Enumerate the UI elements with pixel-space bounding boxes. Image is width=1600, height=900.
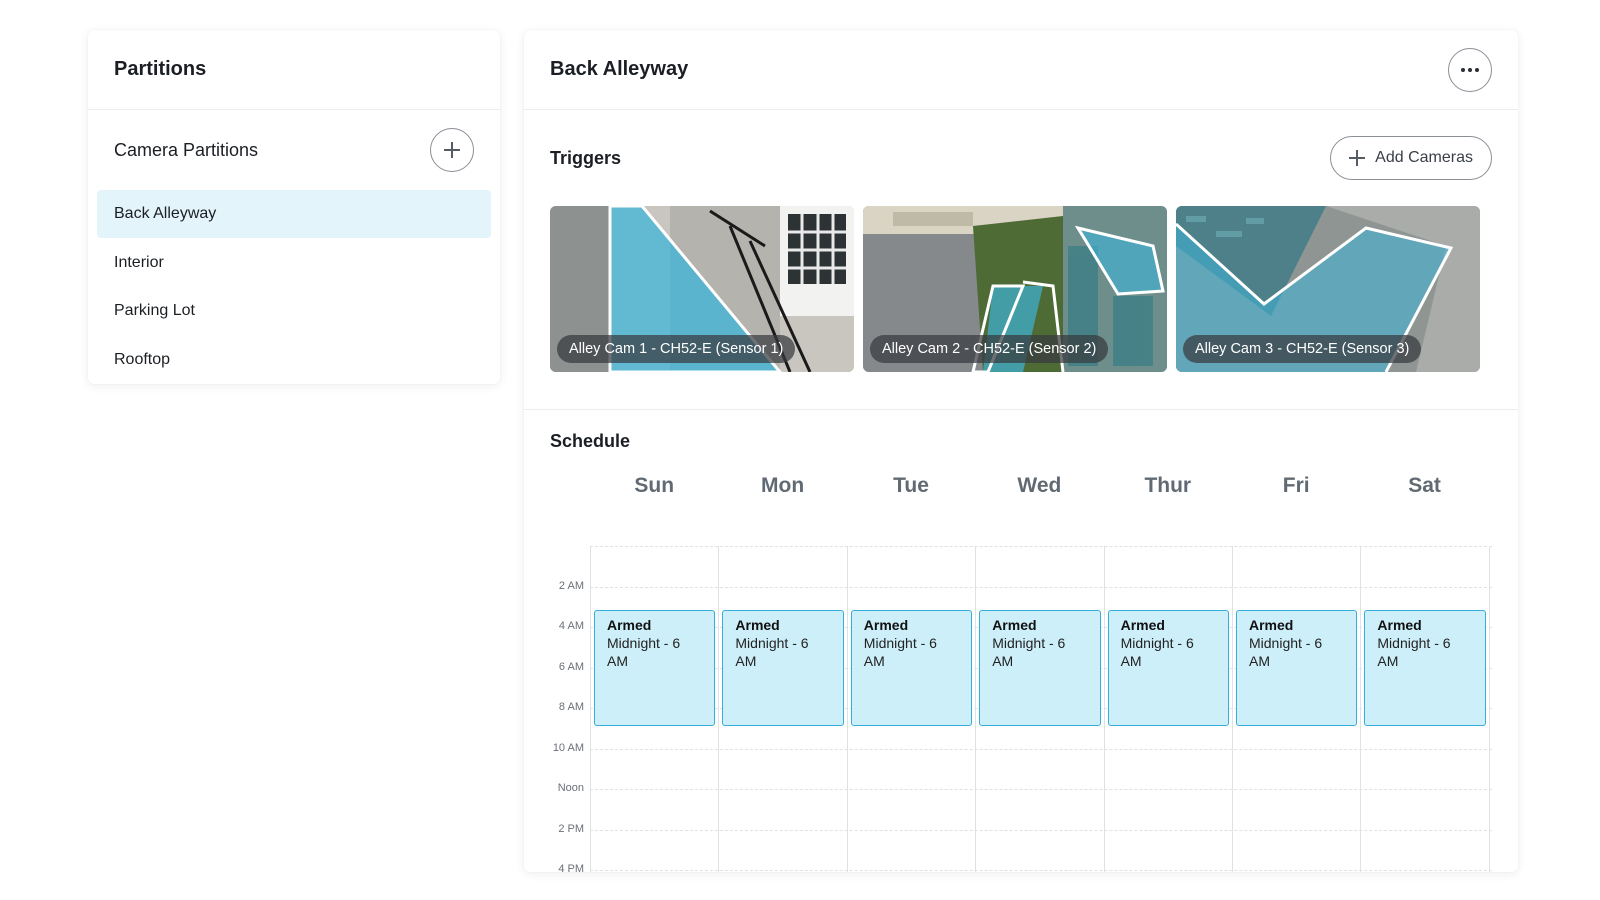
schedule-event[interactable]: Armed Midnight - 6 AM: [594, 610, 716, 726]
schedule-event[interactable]: Armed Midnight - 6 AM: [850, 610, 973, 726]
day-header: Mon: [761, 474, 805, 497]
camera-thumbnail[interactable]: Alley Cam 1 - CH52-E (Sensor 1): [550, 206, 854, 372]
event-status: Armed: [735, 617, 780, 633]
time-label: 4 AM: [558, 620, 584, 632]
event-time: Midnight - 6 AM: [1249, 635, 1323, 669]
triggers-title: Triggers: [550, 147, 622, 168]
schedule-event[interactable]: Armed Midnight - 6 AM: [979, 610, 1101, 726]
grid-line: [590, 546, 1492, 547]
add-cameras-button[interactable]: Add Cameras: [1330, 136, 1492, 180]
grid-column-line: [1103, 546, 1105, 872]
event-time: Midnight - 6 AM: [863, 635, 937, 669]
partition-item-back-alleyway[interactable]: Back Alleyway: [97, 190, 491, 238]
event-time: Midnight - 6 AM: [1120, 635, 1194, 669]
camera-partitions-title: Camera Partitions: [114, 139, 259, 160]
camera-partitions-section: Camera Partitions: [88, 110, 500, 190]
partitions-panel: Partitions Camera Partitions Back Alleyw…: [88, 30, 500, 384]
partition-item-interior[interactable]: Interior: [97, 239, 491, 287]
grid-column-line: [975, 546, 977, 872]
grid-column-line: [1360, 546, 1362, 872]
triggers-section: Triggers Add Cameras Alley Cam 1 - CH52-…: [524, 110, 1518, 410]
event-status: Armed: [992, 617, 1037, 633]
day-header: Wed: [1017, 474, 1062, 497]
partition-list: Back Alleyway Interior Parking Lot Rooft…: [88, 190, 500, 384]
event-time: Midnight - 6 AM: [992, 635, 1066, 669]
grid-line: [590, 748, 1492, 750]
time-label: 10 AM: [552, 741, 584, 754]
day-header: Sat: [1408, 474, 1441, 497]
add-cameras-label: Add Cameras: [1375, 149, 1473, 166]
grid-line: [590, 789, 1492, 790]
day-header: Fri: [1282, 474, 1310, 497]
day-header: Thur: [1144, 474, 1192, 497]
plus-icon: [1349, 150, 1366, 166]
partitions-header: Partitions: [88, 30, 500, 110]
day-header: Tue: [893, 474, 929, 497]
event-status: Armed: [1120, 617, 1165, 633]
partition-item-parking-lot[interactable]: Parking Lot: [97, 287, 491, 335]
camera-label: Alley Cam 3 - CH52-E (Sensor 3): [1183, 335, 1422, 363]
event-time: Midnight - 6 AM: [607, 635, 681, 669]
event-time: Midnight - 6 AM: [1377, 635, 1451, 669]
grid-column-line: [718, 546, 720, 872]
camera-thumbnail[interactable]: Alley Cam 2 - CH52-E (Sensor 2): [863, 206, 1167, 372]
partition-detail-panel: Back Alleyway Triggers Add Cameras Alley…: [524, 30, 1518, 872]
camera-label: Alley Cam 2 - CH52-E (Sensor 2): [870, 335, 1109, 363]
more-horizontal-icon: [1461, 67, 1479, 72]
time-label: 2 PM: [558, 822, 584, 835]
grid-line: [590, 870, 1492, 871]
grid-column-line: [590, 546, 591, 872]
time-label: 8 AM: [558, 701, 584, 713]
camera-thumbnails: Alley Cam 1 - CH52-E (Sensor 1) Alley Ca…: [550, 206, 1492, 372]
event-status: Armed: [1377, 617, 1422, 633]
schedule-section: Schedule 2 AM 4 AM 6 AM 8 AM 10 AM Noon 2 PM 4 …: [524, 410, 1518, 872]
event-status: Armed: [1249, 617, 1294, 633]
day-header: Sun: [634, 474, 675, 497]
grid-column-line: [1232, 546, 1233, 872]
schedule-grid: 2 AM 4 AM 6 AM 8 AM 10 AM Noon 2 PM 4 PM Sun Arme…: [550, 466, 1492, 872]
time-label: 4 PM: [558, 863, 584, 872]
time-label: 2 AM: [558, 579, 584, 592]
partition-title: Back Alleyway: [550, 58, 689, 80]
schedule-event[interactable]: Armed Midnight - 6 AM: [1364, 610, 1486, 726]
grid-column-line: [1488, 546, 1490, 872]
event-time: Midnight - 6 AM: [735, 635, 809, 669]
grid-column-line: [846, 546, 848, 872]
time-label: Noon: [557, 782, 584, 794]
plus-icon: [444, 142, 460, 158]
event-status: Armed: [863, 617, 909, 633]
more-options-button[interactable]: [1448, 47, 1492, 92]
schedule-event[interactable]: Armed Midnight - 6 AM: [1236, 610, 1358, 726]
event-status: Armed: [607, 617, 652, 633]
detail-header: Back Alleyway: [524, 30, 1518, 110]
grid-line: [590, 829, 1492, 831]
schedule-event[interactable]: Armed Midnight - 6 AM: [722, 610, 844, 726]
add-partition-button[interactable]: [430, 128, 474, 172]
partitions-title: Partitions: [114, 58, 207, 80]
grid-line: [590, 586, 1492, 588]
time-label: 6 AM: [558, 660, 584, 673]
camera-label: Alley Cam 1 - CH52-E (Sensor 1): [557, 335, 796, 363]
schedule-title: Schedule: [550, 431, 631, 451]
schedule-event[interactable]: Armed Midnight - 6 AM: [1107, 610, 1229, 726]
partition-item-rooftop[interactable]: Rooftop: [97, 336, 491, 384]
camera-thumbnail[interactable]: Alley Cam 3 - CH52-E (Sensor 3): [1176, 206, 1480, 372]
